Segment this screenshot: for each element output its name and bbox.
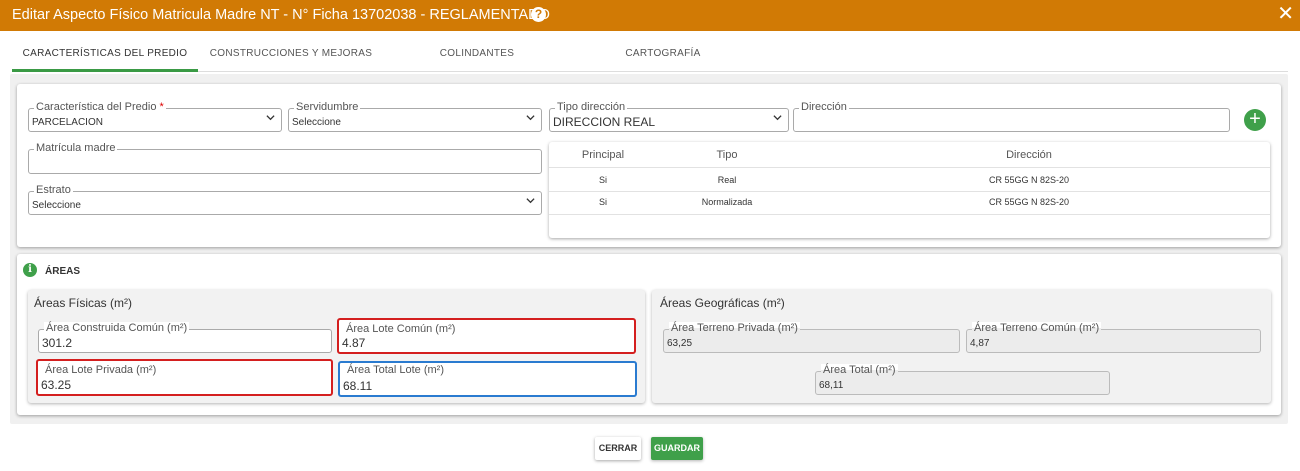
area-construida-comun-label: Área Construida Común (m²) xyxy=(44,322,190,334)
tab-construcciones[interactable]: CONSTRUCCIONES Y MEJORAS xyxy=(198,37,384,72)
row-divider xyxy=(549,214,1270,215)
dialog-title: Editar Aspecto Físico Matricula Madre NT… xyxy=(12,7,550,23)
matricula-field[interactable]: Matrícula madre xyxy=(28,142,542,174)
matricula-label: Matrícula madre xyxy=(34,142,118,154)
tab-colindantes[interactable]: COLINDANTES xyxy=(384,37,570,72)
direcciones-table: Principal Tipo Dirección Si Real CR 55GG… xyxy=(549,142,1270,238)
tab-cartografia[interactable]: CARTOGRAFÍA xyxy=(570,37,756,72)
area-lote-privada-field[interactable]: Área Lote Privada (m²) 63.25 xyxy=(36,359,333,396)
row-divider xyxy=(549,191,1270,192)
row-divider xyxy=(549,167,1270,168)
estrato-value: Seleccione xyxy=(32,200,81,211)
column-header-direccion: Dirección xyxy=(1006,149,1052,161)
area-total-lote-value: 68.11 xyxy=(343,379,373,393)
table-cell: Normalizada xyxy=(701,197,753,207)
area-terreno-privada-label: Área Terreno Privada (m²) xyxy=(669,322,800,334)
area-total-field: Área Total (m²) 68,11 xyxy=(815,364,1110,395)
area-total-lote-field[interactable]: Área Total Lote (m²) 68.11 xyxy=(338,361,637,397)
area-terreno-privada-value: 63,25 xyxy=(667,338,693,349)
column-header-principal: Principal xyxy=(581,149,625,161)
table-cell: Real xyxy=(717,175,737,185)
close-icon[interactable]: ✕ xyxy=(1277,4,1294,24)
estrato-select[interactable]: Estrato Seleccione xyxy=(28,184,542,215)
column-header-tipo: Tipo xyxy=(716,149,738,161)
servidumbre-value: Seleccione xyxy=(292,117,341,128)
area-terreno-comun-value: 4,87 xyxy=(970,338,990,349)
area-lote-privada-value: 63.25 xyxy=(41,378,72,392)
caracteristica-value: PARCELACION xyxy=(32,117,103,128)
area-total-label: Área Total (m²) xyxy=(821,364,898,376)
area-construida-comun-field[interactable]: Área Construida Común (m²) 301.2 xyxy=(38,322,332,353)
caracteristica-label: Característica del Predio xyxy=(36,101,157,113)
direccion-label: Dirección xyxy=(799,101,849,113)
area-total-value: 68,11 xyxy=(819,380,844,391)
tipo-direccion-label: Tipo dirección xyxy=(555,101,628,113)
areas-fisicas-title: Áreas Físicas (m²) xyxy=(34,296,133,310)
chevron-down-icon xyxy=(526,115,535,121)
table-cell: Si xyxy=(598,175,607,185)
dialog-titlebar: Editar Aspecto Físico Matricula Madre NT… xyxy=(0,0,1300,31)
area-lote-comun-label: Área Lote Común (m²) xyxy=(344,323,458,335)
area-lote-comun-value: 4.87 xyxy=(342,336,366,350)
area-total-lote-label: Área Total Lote (m²) xyxy=(345,364,447,376)
area-terreno-comun-label: Área Terreno Común (m²) xyxy=(972,322,1102,334)
area-lote-comun-field[interactable]: Área Lote Común (m²) 4.87 xyxy=(337,318,636,354)
areas-geograficas-title: Áreas Geográficas (m²) xyxy=(660,296,785,310)
area-lote-privada-label: Área Lote Privada (m²) xyxy=(43,364,159,376)
cerrar-button[interactable]: CERRAR xyxy=(595,437,641,460)
table-cell: CR 55GG N 82S-20 xyxy=(988,197,1070,207)
estrato-label: Estrato xyxy=(34,184,73,196)
servidumbre-label: Servidumbre xyxy=(294,101,361,113)
chevron-down-icon xyxy=(526,198,535,204)
area-terreno-privada-field: Área Terreno Privada (m²) 63,25 xyxy=(663,322,960,353)
tipo-direccion-select[interactable]: Tipo dirección DIRECCION REAL xyxy=(549,101,789,132)
areas-section-title: ÁREAS xyxy=(45,266,81,277)
area-terreno-comun-field: Área Terreno Común (m²) 4,87 xyxy=(966,322,1261,353)
chevron-down-icon xyxy=(773,115,782,121)
chevron-down-icon xyxy=(266,115,275,121)
servidumbre-select[interactable]: Servidumbre Seleccione xyxy=(288,101,542,132)
info-icon: i xyxy=(23,263,37,277)
direccion-field[interactable]: Dirección xyxy=(793,101,1230,132)
add-direccion-button[interactable]: + xyxy=(1244,109,1266,131)
required-mark: * xyxy=(159,101,164,113)
table-cell: Si xyxy=(598,197,607,207)
help-icon[interactable]: ? xyxy=(531,7,546,22)
tipo-direccion-value: DIRECCION REAL xyxy=(553,115,656,129)
tab-bar: CARACTERÍSTICAS DEL PREDIO CONSTRUCCIONE… xyxy=(12,37,1288,72)
area-construida-comun-value: 301.2 xyxy=(42,336,73,350)
caracteristica-select[interactable]: Característica del Predio * PARCELACION xyxy=(28,101,282,132)
table-cell: CR 55GG N 82S-20 xyxy=(988,175,1070,185)
tab-caracteristicas[interactable]: CARACTERÍSTICAS DEL PREDIO xyxy=(12,37,198,72)
guardar-button[interactable]: GUARDAR xyxy=(651,437,703,460)
